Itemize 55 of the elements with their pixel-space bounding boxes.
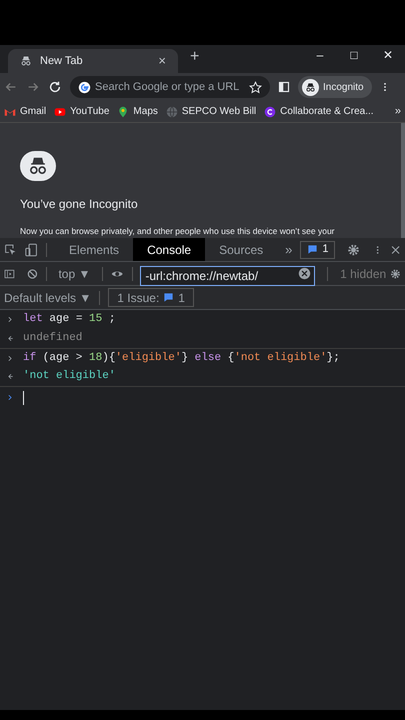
star-icon[interactable] [249,80,262,94]
page-description: Now you can browse privately, and other people who use this device won’t see your [20,225,336,238]
hidden-count: 1 hidden [340,266,386,282]
settings-icon[interactable] [390,266,402,280]
bookmark[interactable]: Maps [117,104,158,119]
text-cursor [23,390,24,404]
more-tabs-button[interactable]: » [277,240,300,260]
bookmarks-more-button[interactable]: » [394,103,401,120]
address-bar[interactable]: Search Google or type a URL [70,76,270,98]
back-arrow-icon[interactable] [4,80,18,94]
profile-button[interactable]: Incognito [298,76,372,98]
result-arrow-icon [6,372,15,381]
browser-tab[interactable]: New Tab × [8,49,178,73]
console-line: undefined [23,331,82,346]
bookmark[interactable]: Collaborate & Crea... [264,104,374,119]
close-button[interactable]: ✕ [371,45,405,65]
inspect-icon[interactable] [4,242,18,256]
globe-icon [166,106,178,118]
close-icon[interactable] [390,244,402,256]
side-panel-icon[interactable] [278,81,290,93]
map-pin-icon [117,106,130,118]
bookmark[interactable]: Gmail [4,104,46,119]
console-line: let age = 15 ; [23,312,116,328]
reload-icon[interactable] [48,80,62,94]
c-logo-icon [264,106,276,118]
message-icon [163,292,174,303]
tab-close-button[interactable]: × [158,51,166,71]
message-icon [307,244,318,255]
context-selector[interactable]: top ▼ [54,264,94,282]
minimize-button[interactable]: – [303,45,337,65]
devtools-tab[interactable]: Elements [55,238,134,261]
page-heading: You’ve gone Incognito [20,196,139,214]
incognito-icon [20,55,32,67]
filter-field[interactable]: -url:chrome://newtab/ [140,266,316,286]
issues-button[interactable]: 1 Issue: 1 [108,288,194,307]
new-tab-button[interactable]: + [190,45,200,69]
forward-arrow-icon[interactable] [26,80,40,94]
bookmark[interactable]: SEPCO Web Bill [166,104,256,119]
settings-icon[interactable] [347,242,361,256]
bookmark[interactable]: YouTube [54,104,110,119]
clear-console-icon[interactable] [26,266,38,280]
console-line: 'not eligible' [23,369,116,384]
tab-title: New Tab [40,54,84,69]
play-icon [54,106,66,118]
messages-badge[interactable]: 1 [300,240,336,258]
result-arrow-icon [6,334,15,343]
log-levels-dropdown[interactable]: Default levels ▼ [4,288,92,306]
console-line: if (age > 18){'eligible'} else {'not eligible'}; [23,350,340,366]
search-engine-icon [78,80,91,94]
clear-icon[interactable] [298,266,312,280]
devtools-tab[interactable]: Console [133,238,206,261]
device-toolbar-icon[interactable] [25,242,38,256]
devtools-tab[interactable]: Sources [205,238,278,261]
incognito-icon [305,82,316,92]
maximize-button[interactable]: □ [337,45,371,65]
